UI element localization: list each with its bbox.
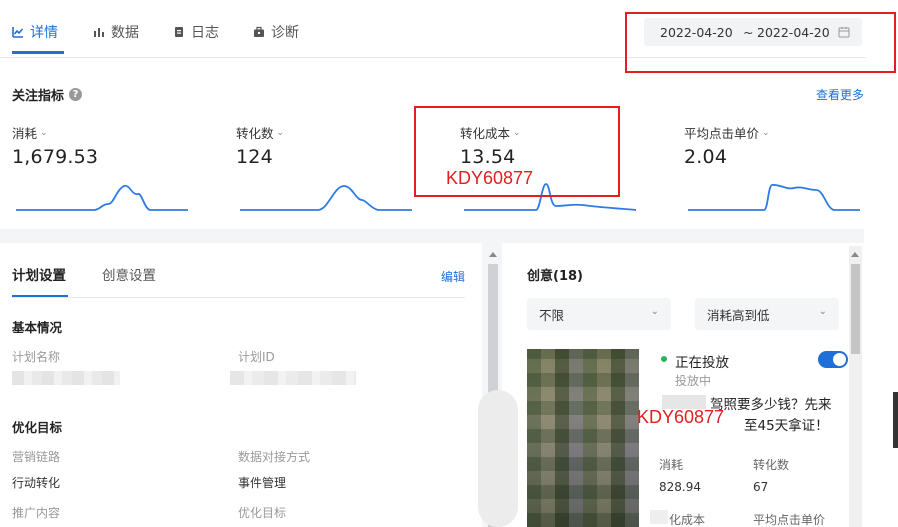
tab-details[interactable]: 详情: [12, 22, 58, 42]
metric-label-cost[interactable]: 消耗 ⌄: [12, 123, 48, 142]
chevron-down-icon: ⌄: [276, 127, 285, 138]
data-method-label: 数据对接方式: [238, 450, 311, 464]
metric-label-cpc-text: 平均点击单价: [684, 126, 760, 141]
tab-data-label: 数据: [111, 25, 139, 41]
bar-chart-icon: [94, 28, 104, 37]
data-method-value: 事件管理: [238, 476, 287, 490]
tab-diagnosis[interactable]: 诊断: [253, 22, 299, 42]
right-scrollbar-thumb[interactable]: [851, 264, 860, 354]
plan-id-label: 计划ID: [238, 350, 275, 364]
content-gap-top: [0, 229, 866, 243]
tab-logs-label: 日志: [191, 25, 219, 41]
page-scrollbar-thumb[interactable]: [893, 392, 898, 448]
creative-filter-value: 不限: [539, 307, 565, 323]
toggle-knob: [833, 353, 846, 366]
creative-filter-select[interactable]: 不限 ⌄: [527, 298, 671, 330]
marketing-chain-value: 行动转化: [12, 476, 61, 490]
stat-cpc-label: 平均点击单价: [753, 513, 826, 527]
metric-label-conversions[interactable]: 转化数 ⌄: [236, 123, 284, 142]
blur-shape-left: [478, 390, 518, 527]
tab-details-label: 详情: [30, 25, 58, 41]
optimize-title: 优化目标: [12, 420, 63, 435]
creative-toggle[interactable]: [818, 351, 848, 368]
stat-cpa-redacted: [650, 510, 668, 524]
chevron-down-icon: ⌄: [762, 127, 770, 138]
promote-content-label: 推广内容: [12, 506, 61, 520]
active-tab-indicator: [12, 51, 64, 54]
metric-value-conversions: 124: [236, 146, 273, 168]
plan-name-redacted: [12, 371, 120, 385]
help-icon[interactable]: ?: [69, 88, 83, 101]
sparkline-cost: [16, 184, 188, 211]
creative-headline-2: 至45天拿证！: [744, 418, 829, 434]
tab-logs[interactable]: 日志: [173, 22, 219, 42]
basic-info-title: 基本情况: [12, 320, 63, 335]
metric-label-conversions-text: 转化数: [236, 126, 274, 141]
focus-metrics-title: 关注指标 ?: [12, 85, 83, 104]
stat-conv-label: 转化数: [753, 458, 790, 472]
creative-thumbnail[interactable]: [527, 349, 639, 527]
briefcase-icon: [254, 26, 264, 37]
stat-cpa-label: 化成本: [669, 513, 706, 527]
metric-label-cost-text: 消耗: [12, 126, 38, 141]
status-dot: [661, 356, 667, 362]
stat-conv-value: 67: [753, 480, 769, 494]
chart-line-icon: [12, 27, 24, 38]
scroll-up-arrow[interactable]: [489, 252, 497, 257]
tab-diagnosis-label: 诊断: [271, 25, 299, 41]
creative-headline-1: 驾照要多少钱？先来: [710, 397, 832, 413]
plan-name-label: 计划名称: [12, 350, 61, 364]
content-gap-right: [864, 229, 898, 527]
subtab-creative-settings[interactable]: 创意设置: [102, 264, 156, 284]
annotation-box-date: [625, 12, 896, 73]
chevron-down-icon: ⌄: [650, 306, 659, 317]
optimize-goal-label: 优化目标: [238, 506, 287, 520]
subtab-plan-settings[interactable]: 计划设置: [12, 264, 66, 284]
creative-status: 正在投放: [675, 355, 729, 371]
watermark-text-1: KDY60877: [446, 168, 534, 188]
sparkline-cpc: [688, 184, 860, 211]
creative-title: 创意(18): [527, 269, 583, 284]
stat-cost-value: 828.94: [659, 480, 701, 494]
subtabs-divider: [12, 297, 465, 298]
tab-data[interactable]: 数据: [93, 22, 139, 42]
scroll-up-arrow-right[interactable]: [851, 252, 859, 257]
edit-link[interactable]: 编辑: [441, 268, 465, 285]
marketing-chain-label: 营销链路: [12, 450, 61, 464]
focus-metrics-title-text: 关注指标: [12, 89, 65, 104]
creative-sort-select[interactable]: 消耗高到低 ⌄: [695, 298, 839, 330]
watermark-text-2: KDY60877: [637, 407, 725, 427]
stat-cost-label: 消耗: [659, 458, 684, 472]
metric-value-cost: 1,679.53: [12, 146, 99, 168]
plan-id-redacted: [230, 371, 356, 385]
metric-label-cpc[interactable]: 平均点击单价 ⌄: [684, 123, 770, 142]
creative-sort-value: 消耗高到低: [707, 307, 770, 323]
chevron-down-icon: ⌄: [818, 306, 827, 317]
creative-sub-status: 投放中: [675, 374, 712, 388]
metric-value-cpc: 2.04: [684, 146, 728, 168]
sparkline-conversions: [240, 185, 412, 211]
chevron-down-icon: ⌄: [40, 127, 48, 138]
see-more-link[interactable]: 查看更多: [816, 86, 864, 103]
document-icon: [175, 27, 183, 37]
